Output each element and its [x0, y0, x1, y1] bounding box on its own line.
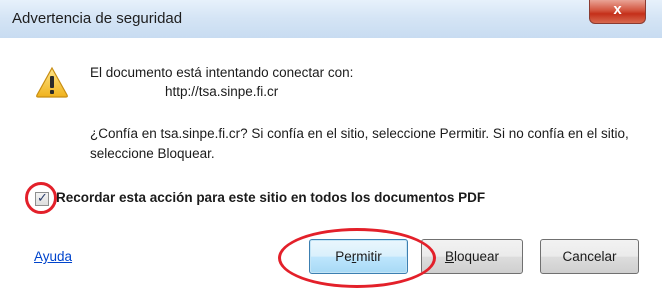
warning-triangle-icon — [36, 66, 68, 98]
remember-checkbox[interactable]: ✓ — [35, 190, 49, 206]
title-bar: Advertencia de seguridad x — [0, 0, 662, 39]
cancel-button[interactable]: Cancelar — [540, 239, 639, 274]
message-question: ¿Confía en tsa.sinpe.fi.cr? Si confía en… — [90, 126, 629, 161]
close-button[interactable]: x — [589, 0, 646, 24]
allow-label-start: Pe — [335, 249, 352, 264]
block-label-accel: B — [444, 249, 454, 264]
block-button[interactable]: Bloquear — [421, 239, 523, 274]
dialog-title: Advertencia de seguridad — [12, 10, 183, 27]
check-icon: ✓ — [37, 190, 48, 205]
block-label-end: loquear — [453, 249, 500, 264]
help-link[interactable]: Ayuda — [34, 249, 72, 264]
allow-label-end: mitir — [356, 249, 382, 264]
close-icon: x — [613, 1, 622, 18]
security-warning-dialog: Advertencia de seguridad x El documento … — [0, 0, 662, 290]
message-intro: El documento está intentando conectar co… — [90, 65, 354, 80]
dialog-content: El documento está intentando conectar co… — [0, 38, 662, 290]
remember-label[interactable]: Recordar esta acción para este sitio en … — [56, 190, 485, 205]
message-url: http://tsa.sinpe.fi.cr — [165, 84, 279, 99]
allow-button[interactable]: Permitir — [309, 239, 408, 274]
